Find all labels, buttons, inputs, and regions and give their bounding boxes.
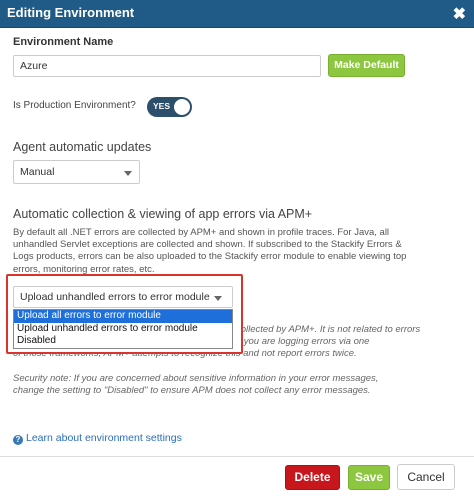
footer-divider <box>0 456 474 457</box>
toggle-knob <box>174 99 190 115</box>
errors-section-title: Automatic collection & viewing of app er… <box>13 207 313 221</box>
close-icon[interactable]: ✖ <box>453 4 466 24</box>
security-line: Security note: If you are concerned abou… <box>13 373 379 384</box>
chevron-down-icon <box>124 171 132 176</box>
agent-updates-select[interactable]: Manual <box>13 160 140 184</box>
errors-description: By default all .NET errors are collected… <box>13 227 463 276</box>
delete-button[interactable]: Delete <box>285 465 340 490</box>
security-note: Security note: If you are concerned abou… <box>13 373 468 397</box>
environment-name-input[interactable]: Azure <box>13 55 321 77</box>
make-default-button[interactable]: Make Default <box>328 54 405 77</box>
agent-updates-value: Manual <box>20 166 55 178</box>
production-toggle[interactable]: YES <box>147 97 192 117</box>
save-button[interactable]: Save <box>348 465 390 490</box>
cancel-button[interactable]: Cancel <box>397 464 455 490</box>
dialog-title: Editing Environment <box>7 5 135 20</box>
environment-name-label: Environment Name <box>13 36 114 48</box>
description-line: unhandled Servlet exceptions are collect… <box>13 239 402 251</box>
help-link-text: Learn about environment settings <box>26 432 182 444</box>
description-line: By default all .NET errors are collected… <box>13 227 390 238</box>
help-link[interactable]: ? Learn about environment settings <box>13 432 182 445</box>
description-line: Logs products, errors can be also upload… <box>13 251 407 263</box>
dialog-titlebar: Editing Environment ✖ <box>0 0 474 28</box>
security-line: change the setting to "Disabled" to ensu… <box>13 385 371 397</box>
highlight-box <box>6 274 243 354</box>
production-label: Is Production Environment? <box>13 100 136 111</box>
editing-environment-dialog: Editing Environment ✖ Environment Name A… <box>0 0 474 503</box>
toggle-yes-text: YES <box>153 101 171 111</box>
agent-updates-title: Agent automatic updates <box>13 140 152 154</box>
help-icon: ? <box>13 435 23 445</box>
